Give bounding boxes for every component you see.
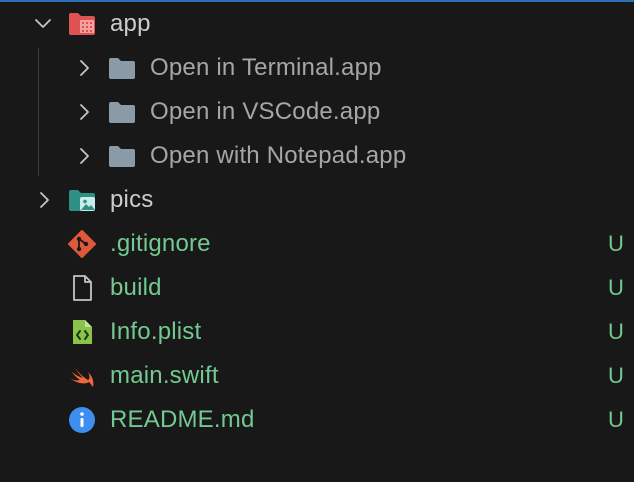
tree-item-label: Open in VSCode.app bbox=[150, 98, 381, 125]
folder-icon bbox=[107, 53, 137, 83]
tree-item-label: pics bbox=[110, 186, 154, 213]
tree-item-label: Info.plist bbox=[110, 318, 202, 345]
tree-item-label: .gitignore bbox=[110, 230, 211, 257]
git-status-badge: U bbox=[608, 319, 624, 344]
tree-item-readme[interactable]: README.md U bbox=[0, 398, 634, 442]
tree-item-open-in-terminal[interactable]: Open in Terminal.app bbox=[0, 46, 634, 90]
git-status-badge: U bbox=[608, 363, 624, 388]
tree-item-main-swift[interactable]: main.swift U bbox=[0, 354, 634, 398]
teal-image-folder-icon bbox=[67, 185, 97, 215]
chevron-right-icon[interactable] bbox=[75, 58, 95, 78]
chevron-right-icon[interactable] bbox=[35, 190, 55, 210]
tree-item-label: app bbox=[110, 10, 151, 37]
tree-item-gitignore[interactable]: .gitignore U bbox=[0, 222, 634, 266]
tree-item-label: Open with Notepad.app bbox=[150, 142, 407, 169]
file-explorer-tree: app Open in Terminal.app Open in VSCode.… bbox=[0, 2, 634, 442]
swift-icon bbox=[67, 361, 97, 391]
git-status-badge: U bbox=[608, 231, 624, 256]
tree-item-pics[interactable]: pics bbox=[0, 178, 634, 222]
folder-icon bbox=[107, 141, 137, 171]
tree-item-app[interactable]: app bbox=[0, 2, 634, 46]
tree-item-label: Open in Terminal.app bbox=[150, 54, 382, 81]
tree-item-label: README.md bbox=[110, 406, 255, 433]
red-app-folder-icon bbox=[67, 9, 97, 39]
git-icon bbox=[67, 229, 97, 259]
git-status-badge: U bbox=[608, 275, 624, 300]
tree-item-open-with-notepad[interactable]: Open with Notepad.app bbox=[0, 134, 634, 178]
chevron-right-icon[interactable] bbox=[75, 146, 95, 166]
git-status-badge: U bbox=[608, 407, 624, 432]
tree-item-info-plist[interactable]: Info.plist U bbox=[0, 310, 634, 354]
tree-item-build[interactable]: build U bbox=[0, 266, 634, 310]
chevron-down-icon[interactable] bbox=[33, 14, 53, 34]
tree-item-open-in-vscode[interactable]: Open in VSCode.app bbox=[0, 90, 634, 134]
folder-icon bbox=[107, 97, 137, 127]
tree-item-label: main.swift bbox=[110, 362, 219, 389]
tree-item-label: build bbox=[110, 274, 162, 301]
file-icon bbox=[67, 273, 97, 303]
info-icon bbox=[67, 405, 97, 435]
plist-file-icon bbox=[67, 317, 97, 347]
chevron-right-icon[interactable] bbox=[75, 102, 95, 122]
